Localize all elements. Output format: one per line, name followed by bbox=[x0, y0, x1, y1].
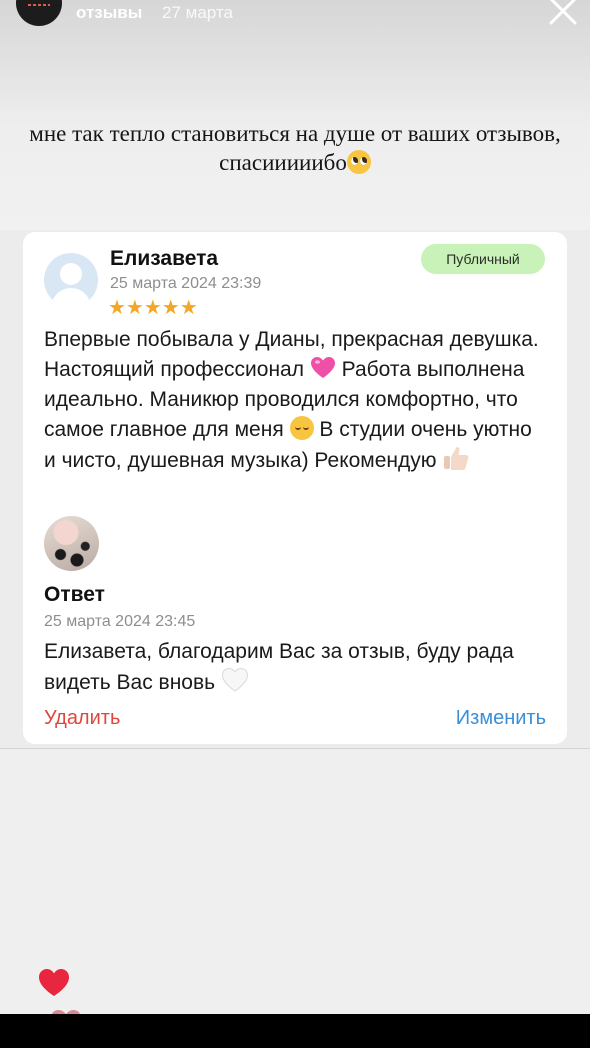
public-status-badge: Публичный bbox=[421, 244, 545, 274]
story-bottom-bar bbox=[0, 1014, 590, 1048]
answer-text-content: Елизавета, благодарим Вас за отзыв, буду… bbox=[44, 640, 514, 694]
relieved-face-emoji-icon bbox=[289, 416, 314, 440]
avatar-body-shape bbox=[51, 288, 91, 307]
answer-title: Ответ bbox=[44, 583, 105, 606]
like-heart-icon[interactable] bbox=[38, 968, 70, 998]
pleading-face-emoji-icon bbox=[346, 150, 371, 174]
thumbs-up-emoji-icon bbox=[444, 447, 469, 470]
pink-heart-emoji-icon bbox=[310, 357, 335, 378]
white-heart-emoji-icon bbox=[221, 667, 248, 692]
story-caption-text: мне так тепло становиться на душе от ваш… bbox=[29, 121, 561, 175]
story-date: 27 марта bbox=[162, 3, 233, 22]
edit-reply-button[interactable]: Изменить bbox=[456, 707, 546, 730]
story-header: отзывы 27 марта bbox=[0, 0, 590, 40]
close-icon[interactable] bbox=[546, 0, 580, 28]
avatar-head-shape bbox=[60, 263, 82, 285]
reviewer-name: Елизавета bbox=[110, 247, 219, 270]
review-card: Елизавета 25 марта 2024 23:39 ★★★★★ Публ… bbox=[23, 232, 567, 744]
answer-text: Елизавета, благодарим Вас за отзыв, буду… bbox=[44, 637, 544, 698]
story-caption: мне так тепло становиться на душе от ваш… bbox=[20, 119, 570, 177]
review-text: Впервые побывала у Дианы, прекрасная дев… bbox=[44, 325, 544, 476]
review-date: 25 марта 2024 23:39 bbox=[110, 275, 262, 292]
star-rating: ★★★★★ bbox=[108, 295, 198, 319]
story-username[interactable]: отзывы bbox=[76, 3, 142, 23]
answer-date: 25 марта 2024 23:45 bbox=[44, 613, 196, 630]
reviewer-avatar bbox=[44, 253, 98, 307]
attached-work-photo[interactable] bbox=[44, 516, 99, 571]
delete-reply-button[interactable]: Удалить bbox=[44, 707, 120, 730]
profile-avatar[interactable] bbox=[16, 0, 62, 26]
